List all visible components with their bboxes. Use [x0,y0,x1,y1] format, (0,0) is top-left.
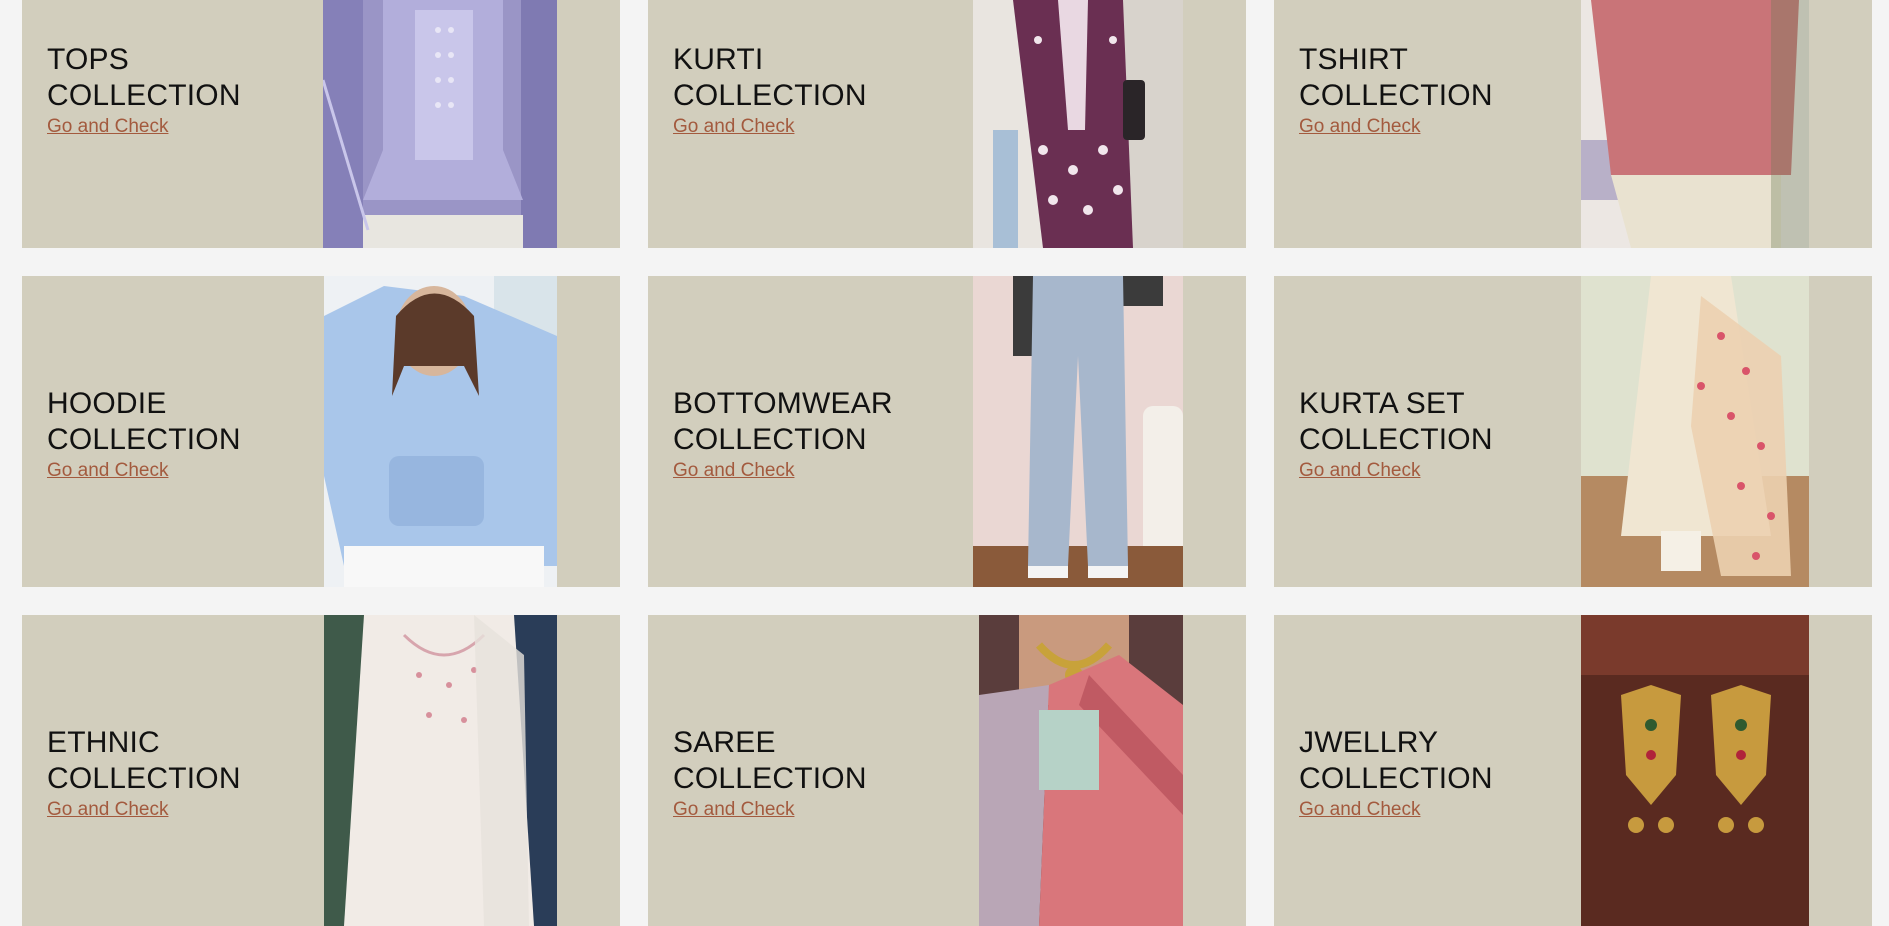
collection-card-tops[interactable]: TOPS COLLECTION Go and Check [22,0,620,248]
saree-collection-image [979,615,1183,926]
go-and-check-link[interactable]: Go and Check [1299,116,1420,138]
card-text: KURTI COLLECTION Go and Check [673,42,867,138]
card-title-line1: ETHNIC [47,726,160,759]
card-text: JWELLRY COLLECTION Go and Check [1299,725,1493,821]
card-title-line2: COLLECTION [47,79,241,112]
collection-card-hoodie[interactable]: HOODIE COLLECTION Go and Check [22,276,620,587]
go-and-check-link[interactable]: Go and Check [673,116,794,138]
collection-grid: TOPS COLLECTION Go and Check KURTI COLLE… [22,0,1872,926]
go-and-check-link[interactable]: Go and Check [1299,799,1420,821]
card-title-line2: COLLECTION [673,423,867,456]
card-text: SAREE COLLECTION Go and Check [673,725,867,821]
card-text: TSHIRT COLLECTION Go and Check [1299,42,1493,138]
go-and-check-link[interactable]: Go and Check [47,799,168,821]
collection-card-saree[interactable]: SAREE COLLECTION Go and Check [648,615,1246,926]
kurta-set-collection-image [1581,276,1809,587]
card-title-line1: BOTTOMWEAR [673,387,893,420]
go-and-check-link[interactable]: Go and Check [47,116,168,138]
go-and-check-link[interactable]: Go and Check [673,460,794,482]
card-title: KURTA SET COLLECTION [1299,386,1493,458]
card-title: TOPS COLLECTION [47,42,241,114]
collection-card-tshirt[interactable]: TSHIRT COLLECTION Go and Check [1274,0,1872,248]
card-title: ETHNIC COLLECTION [47,725,241,797]
card-title: TSHIRT COLLECTION [1299,42,1493,114]
card-title-line1: KURTI [673,43,764,76]
kurti-collection-image [973,0,1183,248]
card-title-line1: SAREE [673,726,776,759]
card-text: KURTA SET COLLECTION Go and Check [1299,386,1493,482]
card-text: ETHNIC COLLECTION Go and Check [47,725,241,821]
card-title-line1: JWELLRY [1299,726,1439,759]
card-title-line2: COLLECTION [1299,79,1493,112]
card-title-line2: COLLECTION [1299,423,1493,456]
card-title-line2: COLLECTION [1299,762,1493,795]
ethnic-collection-image [324,615,557,926]
collection-card-kurta-set[interactable]: KURTA SET COLLECTION Go and Check [1274,276,1872,587]
go-and-check-link[interactable]: Go and Check [1299,460,1420,482]
collection-card-jwellry[interactable]: JWELLRY COLLECTION Go and Check [1274,615,1872,926]
card-title-line2: COLLECTION [47,762,241,795]
collection-card-bottomwear[interactable]: BOTTOMWEAR COLLECTION Go and Check [648,276,1246,587]
jwellry-collection-image [1581,615,1809,926]
hoodie-collection-image [324,276,557,587]
card-title-line1: KURTA SET [1299,387,1465,420]
card-title: JWELLRY COLLECTION [1299,725,1493,797]
collection-card-kurti[interactable]: KURTI COLLECTION Go and Check [648,0,1246,248]
card-title-line1: TOPS [47,43,129,76]
card-title: BOTTOMWEAR COLLECTION [673,386,893,458]
card-title-line2: COLLECTION [673,762,867,795]
card-text: BOTTOMWEAR COLLECTION Go and Check [673,386,893,482]
card-title-line2: COLLECTION [47,423,241,456]
go-and-check-link[interactable]: Go and Check [673,799,794,821]
card-text: TOPS COLLECTION Go and Check [47,42,241,138]
card-title-line2: COLLECTION [673,79,867,112]
card-title: KURTI COLLECTION [673,42,867,114]
card-title-line1: TSHIRT [1299,43,1408,76]
go-and-check-link[interactable]: Go and Check [47,460,168,482]
tops-collection-image [323,0,557,248]
bottomwear-collection-image [973,276,1183,587]
card-title: SAREE COLLECTION [673,725,867,797]
card-title: HOODIE COLLECTION [47,386,241,458]
tshirt-collection-image [1581,0,1809,248]
collection-card-ethnic[interactable]: ETHNIC COLLECTION Go and Check [22,615,620,926]
card-text: HOODIE COLLECTION Go and Check [47,386,241,482]
card-title-line1: HOODIE [47,387,167,420]
